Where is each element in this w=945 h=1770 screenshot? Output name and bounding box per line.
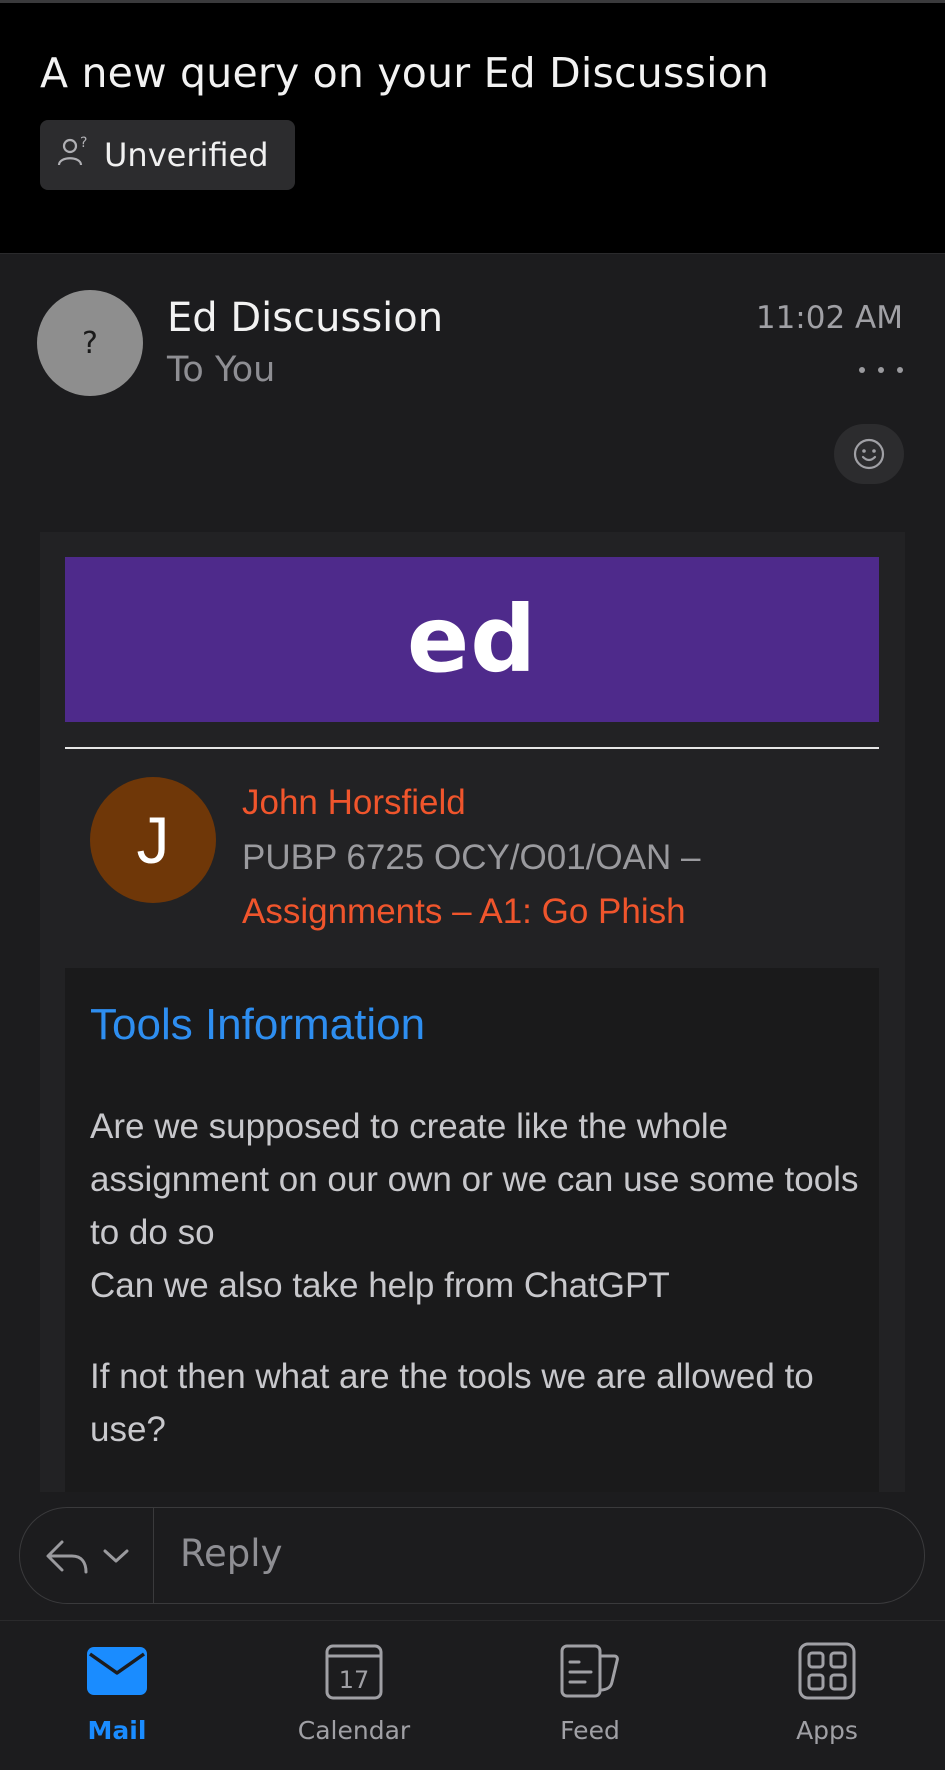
ed-logo: ed [406,586,538,693]
unverified-badge[interactable]: ? Unverified [40,120,295,190]
ellipsis-icon[interactable] [859,355,903,385]
reply-divider [153,1508,154,1603]
tab-mail[interactable]: Mail [47,1636,187,1756]
apps-icon [798,1642,856,1700]
calendar-day: 17 [339,1666,370,1694]
unverified-label: Unverified [104,136,269,174]
post-title-link[interactable]: Tools Information [90,1000,425,1050]
sender-avatar[interactable]: ? [37,290,143,396]
reply-actions-button[interactable] [19,1507,153,1604]
sender-name[interactable]: Ed Discussion [167,295,443,341]
reply-input[interactable]: Reply [180,1532,282,1575]
tab-label: Apps [796,1716,858,1745]
recipient-line[interactable]: To You [167,350,275,390]
author-link[interactable]: John Horsfield [242,783,466,823]
email-subject: A new query on your Ed Discussion [40,49,770,97]
message-time: 11:02 AM [755,300,903,336]
react-button[interactable] [834,424,904,484]
ed-banner[interactable]: ed [65,557,879,722]
post-paragraph: If not then what are the tools we are al… [90,1357,814,1449]
reply-bar [19,1507,925,1604]
chevron-down-icon [103,1549,129,1562]
mail-icon [87,1647,147,1695]
message-header: A new query on your Ed Discussion ? Unve… [0,3,945,254]
tab-calendar[interactable]: 17 Calendar [284,1636,424,1756]
course-name: PUBP 6725 OCY/O01/OAN – [242,838,701,877]
thread-link[interactable]: Assignments – A1: Go Phish [242,892,686,932]
tab-label: Calendar [297,1716,411,1745]
tab-feed[interactable]: Feed [520,1636,660,1756]
reply-arrow-icon [46,1540,88,1573]
unverified-person-icon: ? [56,133,92,177]
author-avatar: J [90,777,216,903]
smiley-icon [853,438,885,470]
calendar-icon: 17 [325,1644,383,1700]
divider [65,747,879,749]
tab-label: Feed [560,1716,620,1745]
post-paragraph: Are we supposed to create like the whole… [90,1107,859,1305]
tab-label: Mail [87,1716,147,1745]
svg-text:?: ? [80,135,87,151]
feed-icon [560,1644,619,1698]
tab-apps[interactable]: Apps [757,1636,897,1756]
